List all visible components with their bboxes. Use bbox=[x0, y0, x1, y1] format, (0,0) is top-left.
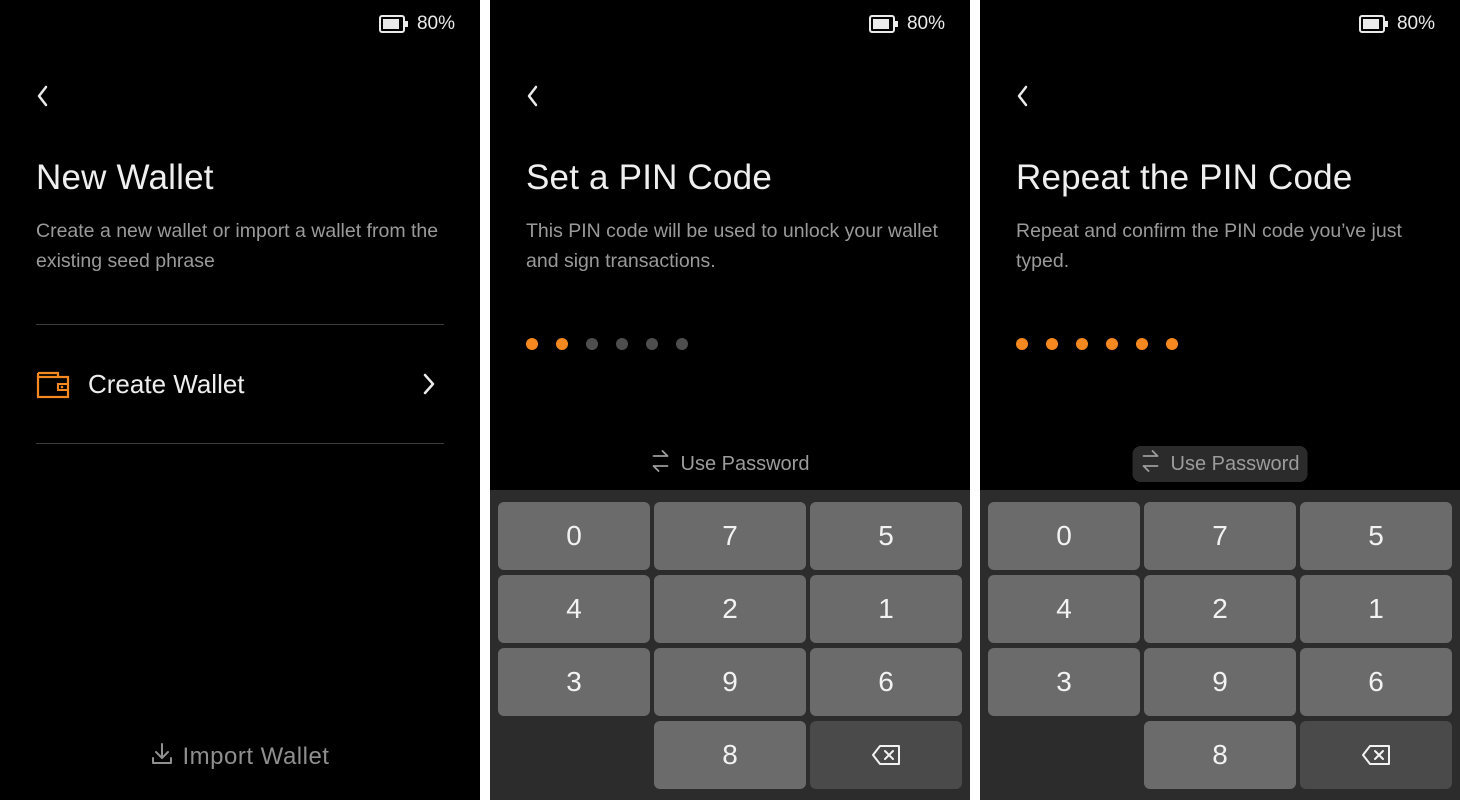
key[interactable]: 5 bbox=[810, 502, 962, 570]
use-password-label: Use Password bbox=[1170, 452, 1300, 475]
key[interactable]: 3 bbox=[988, 648, 1140, 716]
key[interactable]: 6 bbox=[810, 648, 962, 716]
numeric-keypad: 0 7 5 4 2 1 3 9 6 8 bbox=[490, 490, 970, 800]
pin-dot-filled bbox=[1076, 338, 1088, 350]
pin-dot-filled bbox=[1016, 338, 1028, 350]
key[interactable]: 0 bbox=[498, 502, 650, 570]
create-wallet-button[interactable]: Create Wallet bbox=[36, 325, 444, 443]
use-password-label: Use Password bbox=[680, 452, 810, 475]
back-button[interactable] bbox=[520, 82, 544, 110]
backspace-button[interactable] bbox=[810, 721, 962, 789]
page-subtitle: Repeat and confirm the PIN code you’ve j… bbox=[1016, 220, 1402, 272]
key[interactable]: 7 bbox=[1144, 502, 1296, 570]
key[interactable]: 7 bbox=[654, 502, 806, 570]
switch-icon bbox=[651, 450, 671, 478]
backspace-icon bbox=[872, 745, 900, 765]
use-password-button[interactable]: Use Password bbox=[1132, 446, 1308, 482]
chevron-right-icon bbox=[422, 372, 436, 396]
new-wallet-screen: 80% New Wallet Create a new wallet or im… bbox=[0, 0, 480, 800]
key[interactable]: 4 bbox=[988, 575, 1140, 643]
key[interactable]: 3 bbox=[498, 648, 650, 716]
battery-icon bbox=[378, 12, 409, 36]
key[interactable]: 9 bbox=[1144, 648, 1296, 716]
pin-dot-filled bbox=[556, 338, 568, 350]
pin-dot-filled bbox=[526, 338, 538, 350]
key[interactable]: 5 bbox=[1300, 502, 1452, 570]
key[interactable]: 2 bbox=[654, 575, 806, 643]
backspace-button[interactable] bbox=[1300, 721, 1452, 789]
repeat-pin-screen: 80% Repeat the PIN Code Repeat and confi… bbox=[980, 0, 1460, 800]
pin-dot-empty bbox=[616, 338, 628, 350]
key[interactable]: 8 bbox=[654, 721, 806, 789]
set-pin-screen: 80% Set a PIN Code This PIN code will be… bbox=[490, 0, 970, 800]
download-icon bbox=[151, 742, 173, 773]
divider bbox=[36, 443, 444, 444]
status-bar: 80% bbox=[1358, 12, 1435, 36]
key[interactable]: 8 bbox=[1144, 721, 1296, 789]
switch-icon bbox=[1141, 450, 1161, 478]
battery-icon bbox=[1358, 12, 1389, 36]
key[interactable]: 4 bbox=[498, 575, 650, 643]
status-bar: 80% bbox=[378, 12, 455, 36]
battery-percentage: 80% bbox=[1396, 13, 1435, 34]
battery-icon bbox=[868, 12, 899, 36]
battery-percentage: 80% bbox=[906, 13, 945, 34]
pin-indicator bbox=[1016, 338, 1178, 350]
numeric-keypad: 0 7 5 4 2 1 3 9 6 8 bbox=[980, 490, 1460, 800]
key[interactable]: 1 bbox=[810, 575, 962, 643]
page-subtitle: Create a new wallet or import a wallet f… bbox=[36, 220, 439, 272]
chevron-left-icon bbox=[527, 85, 538, 107]
use-password-button[interactable]: Use Password bbox=[643, 446, 818, 482]
pin-dot-filled bbox=[1136, 338, 1148, 350]
battery-percentage: 80% bbox=[416, 13, 455, 34]
pin-dot-filled bbox=[1166, 338, 1178, 350]
status-bar: 80% bbox=[868, 12, 945, 36]
pin-indicator bbox=[526, 338, 688, 350]
pin-dot-empty bbox=[586, 338, 598, 350]
key[interactable]: 1 bbox=[1300, 575, 1452, 643]
page-title: Repeat the PIN Code bbox=[1016, 158, 1353, 197]
key[interactable]: 9 bbox=[654, 648, 806, 716]
chevron-left-icon bbox=[37, 85, 48, 107]
wallet-icon bbox=[36, 369, 70, 399]
page-subtitle: This PIN code will be used to unlock you… bbox=[526, 220, 938, 272]
backspace-icon bbox=[1362, 745, 1390, 765]
pin-dot-empty bbox=[676, 338, 688, 350]
page-title: New Wallet bbox=[36, 158, 214, 197]
back-button[interactable] bbox=[1010, 82, 1034, 110]
pin-dot-empty bbox=[646, 338, 658, 350]
page-title: Set a PIN Code bbox=[526, 158, 772, 197]
key[interactable]: 2 bbox=[1144, 575, 1296, 643]
pin-dot-filled bbox=[1106, 338, 1118, 350]
key[interactable]: 6 bbox=[1300, 648, 1452, 716]
create-wallet-label: Create Wallet bbox=[88, 368, 245, 399]
back-button[interactable] bbox=[30, 82, 54, 110]
import-wallet-label: Import Wallet bbox=[182, 743, 330, 770]
chevron-left-icon bbox=[1017, 85, 1028, 107]
key[interactable]: 0 bbox=[988, 502, 1140, 570]
pin-dot-filled bbox=[1046, 338, 1058, 350]
import-wallet-button[interactable]: Import Wallet bbox=[0, 740, 480, 774]
